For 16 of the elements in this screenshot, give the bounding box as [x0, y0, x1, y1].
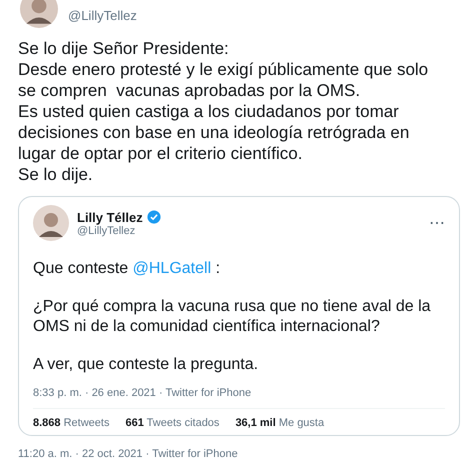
avatar — [33, 205, 69, 241]
tweet-text: A ver, que conteste la pregunta. — [33, 355, 260, 375]
engagement-stat[interactable]: 36,1 mil Me gusta — [235, 417, 324, 429]
tweet-text: Que conteste @HLGatell : — [33, 259, 222, 279]
tweet-text: ¿Por qué compra la vacuna rusa que no tiene aval de la OMS ni de la comunidad científica internacional? — [33, 297, 432, 337]
engagement-stat[interactable]: 661 Tweets citados — [125, 417, 220, 429]
author-handle: @LillyTellez — [68, 8, 137, 22]
tweet-timestamp: 8:33 p. m. · 26 ene. 2021 · Twitter for iPhone — [33, 387, 445, 409]
author-handle: @LillyTellez — [77, 224, 136, 236]
author-name: Lilly Téllez — [77, 210, 143, 224]
avatar — [20, 0, 58, 28]
tweet-timestamp: 11:20 a. m. · 22 oct. 2021 · Twitter for iPhone — [18, 448, 239, 460]
engagement-stat[interactable]: 8.868 Retweets — [33, 417, 110, 429]
quoted-tweet-card[interactable] — [18, 196, 460, 436]
tweet-text: Se lo dije Señor Presidente: Desde enero protesté y le exigí públicamente que solo se compren vacunas aprobadas por la OMS. Es usted quien castiga a los ciudadanos por tomar decisiones con base en una ideología retrógrada en lugar de optar por el criterio científico. Se lo dije. — [18, 38, 430, 185]
more-icon[interactable]: ⋯ — [429, 213, 445, 233]
